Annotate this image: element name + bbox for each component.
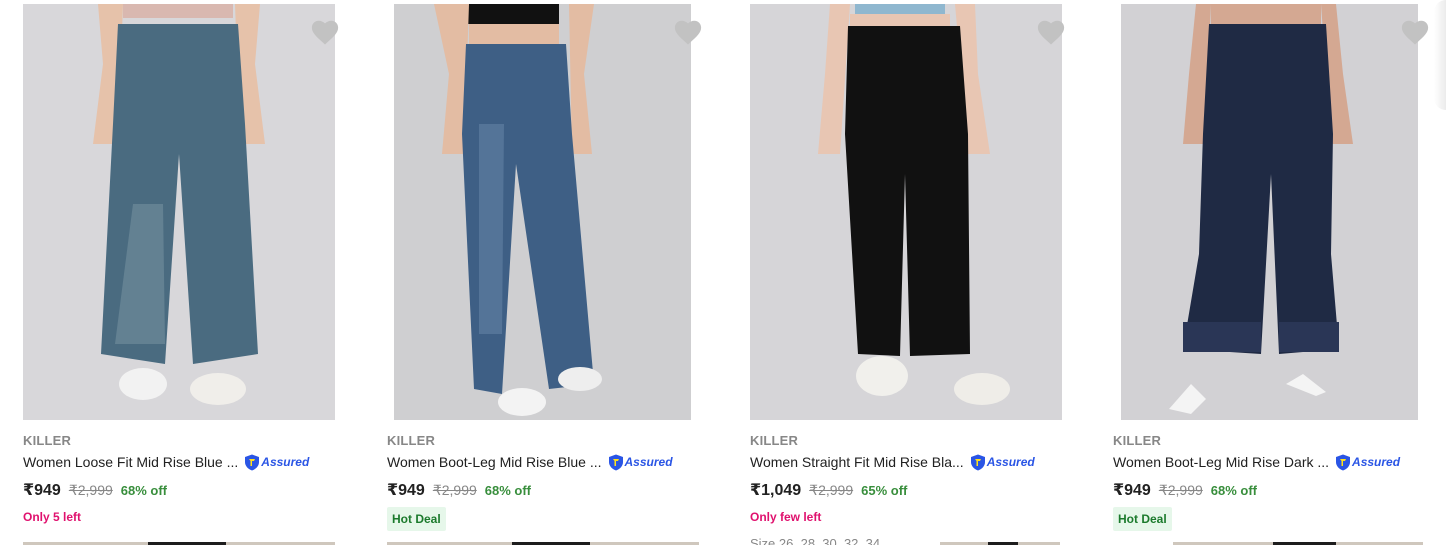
selling-price: ₹949 xyxy=(23,482,61,499)
wishlist-heart-icon[interactable] xyxy=(1400,18,1430,46)
discount-percent: 68% off xyxy=(1210,483,1258,498)
original-price: ₹2,999 xyxy=(68,482,113,498)
assured-label: Assured xyxy=(1352,455,1401,469)
discount-percent: 68% off xyxy=(484,483,532,498)
wishlist-heart-icon[interactable] xyxy=(673,18,703,46)
product-brand: KILLER xyxy=(1113,433,1162,448)
product-image[interactable] xyxy=(23,4,335,420)
hot-deal-badge: Hot Deal xyxy=(1113,507,1172,531)
product-title[interactable]: Women Loose Fit Mid Rise Blue ... xyxy=(23,454,238,470)
stock-note: Only few left xyxy=(750,510,822,524)
assured-badge: Assured xyxy=(970,454,1035,471)
discount-percent: 68% off xyxy=(120,483,168,498)
assured-shield-icon xyxy=(970,454,985,470)
product-title-row: Women Boot-Leg Mid Rise Blue ... Assured xyxy=(387,453,673,471)
selling-price: ₹1,049 xyxy=(750,482,802,499)
jeans-photo xyxy=(1121,4,1418,420)
available-sizes: Size 26, 28, 30, 32, 34 xyxy=(750,536,881,545)
jeans-photo xyxy=(750,4,1062,420)
product-title[interactable]: Women Boot-Leg Mid Rise Blue ... xyxy=(387,454,602,470)
product-title-row: Women Loose Fit Mid Rise Blue ... Assure… xyxy=(23,453,309,471)
scroll-edge-shadow xyxy=(1434,0,1446,110)
discount-percent: 65% off xyxy=(861,483,908,498)
original-price: ₹2,999 xyxy=(432,482,477,498)
assured-badge: Assured xyxy=(608,454,673,471)
assured-shield-icon xyxy=(245,454,260,470)
selling-price: ₹949 xyxy=(1113,482,1151,499)
original-price: ₹2,999 xyxy=(1158,482,1203,498)
assured-shield-icon xyxy=(1336,454,1351,470)
stock-note: Only 5 left xyxy=(23,510,82,524)
jeans-photo xyxy=(23,4,335,420)
wishlist-heart-icon[interactable] xyxy=(310,18,340,46)
product-title-row: Women Straight Fit Mid Rise Bla... Assur… xyxy=(750,453,1035,471)
product-card[interactable]: KILLER Women Straight Fit Mid Rise Bla..… xyxy=(750,0,1090,545)
price-row: ₹1,049 ₹2,999 65% off xyxy=(750,480,907,500)
product-title[interactable]: Women Boot-Leg Mid Rise Dark ... xyxy=(1113,454,1329,470)
jeans-photo xyxy=(394,4,691,420)
assured-label: Assured xyxy=(624,455,673,469)
product-brand: KILLER xyxy=(750,433,799,448)
product-image[interactable] xyxy=(394,4,691,420)
product-brand: KILLER xyxy=(23,433,72,448)
assured-label: Assured xyxy=(986,455,1035,469)
price-row: ₹949 ₹2,999 68% off xyxy=(1113,480,1257,500)
assured-badge: Assured xyxy=(1335,454,1400,471)
product-card[interactable]: KILLER Women Boot-Leg Mid Rise Dark ... … xyxy=(1113,0,1446,545)
price-row: ₹949 ₹2,999 68% off xyxy=(387,480,531,500)
product-title[interactable]: Women Straight Fit Mid Rise Bla... xyxy=(750,454,964,470)
assured-shield-icon xyxy=(608,454,623,470)
assured-label: Assured xyxy=(261,455,310,469)
product-grid: KILLER Women Loose Fit Mid Rise Blue ...… xyxy=(0,0,1446,545)
hot-deal-badge: Hot Deal xyxy=(387,507,446,531)
wishlist-heart-icon[interactable] xyxy=(1036,18,1066,46)
selling-price: ₹949 xyxy=(387,482,425,499)
product-image[interactable] xyxy=(750,4,1062,420)
price-row: ₹949 ₹2,999 68% off xyxy=(23,480,167,500)
product-title-row: Women Boot-Leg Mid Rise Dark ... Assured xyxy=(1113,453,1400,471)
product-image[interactable] xyxy=(1121,4,1418,420)
product-brand: KILLER xyxy=(387,433,436,448)
product-card[interactable]: KILLER Women Boot-Leg Mid Rise Blue ... … xyxy=(387,0,727,545)
assured-badge: Assured xyxy=(244,454,309,471)
original-price: ₹2,999 xyxy=(809,482,854,498)
product-card[interactable]: KILLER Women Loose Fit Mid Rise Blue ...… xyxy=(23,0,363,545)
